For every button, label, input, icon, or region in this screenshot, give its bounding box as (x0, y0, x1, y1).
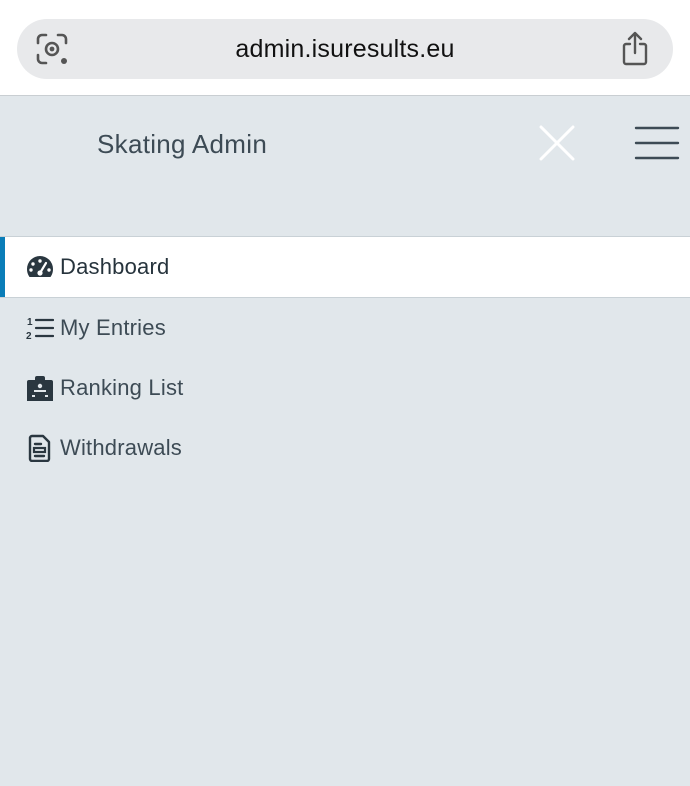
share-icon[interactable] (619, 31, 651, 67)
nav-label: Withdrawals (60, 435, 183, 460)
hamburger-icon (634, 126, 680, 160)
app-header: Skating Admin (0, 97, 690, 237)
nav-item-my-entries[interactable]: 1 2 My Entries (0, 298, 690, 358)
address-bar[interactable]: admin.isuresults.eu (17, 19, 673, 79)
browser-toolbar: admin.isuresults.eu (0, 0, 690, 96)
nav-item-dashboard[interactable]: Dashboard (0, 236, 690, 298)
svg-text:2: 2 (26, 331, 32, 341)
nav-item-ranking-list[interactable]: Ranking List (0, 358, 690, 418)
document-icon (26, 434, 54, 462)
ordered-list-icon: 1 2 (26, 314, 54, 342)
svg-text:1: 1 (27, 317, 33, 328)
clipboard-icon (26, 374, 54, 402)
sidebar-nav: Dashboard 1 2 My Entries Ranking List Wi… (0, 236, 690, 478)
url-text: admin.isuresults.eu (235, 34, 455, 63)
nav-label: Ranking List (60, 375, 184, 400)
nav-label: Dashboard (60, 254, 170, 279)
nav-item-withdrawals[interactable]: Withdrawals (0, 418, 690, 478)
hamburger-menu-button[interactable] (634, 125, 680, 161)
gauge-icon (26, 253, 54, 281)
close-icon (539, 125, 575, 161)
nav-label: My Entries (60, 315, 166, 340)
app-title: Skating Admin (97, 129, 268, 159)
close-menu-button[interactable] (537, 123, 577, 163)
